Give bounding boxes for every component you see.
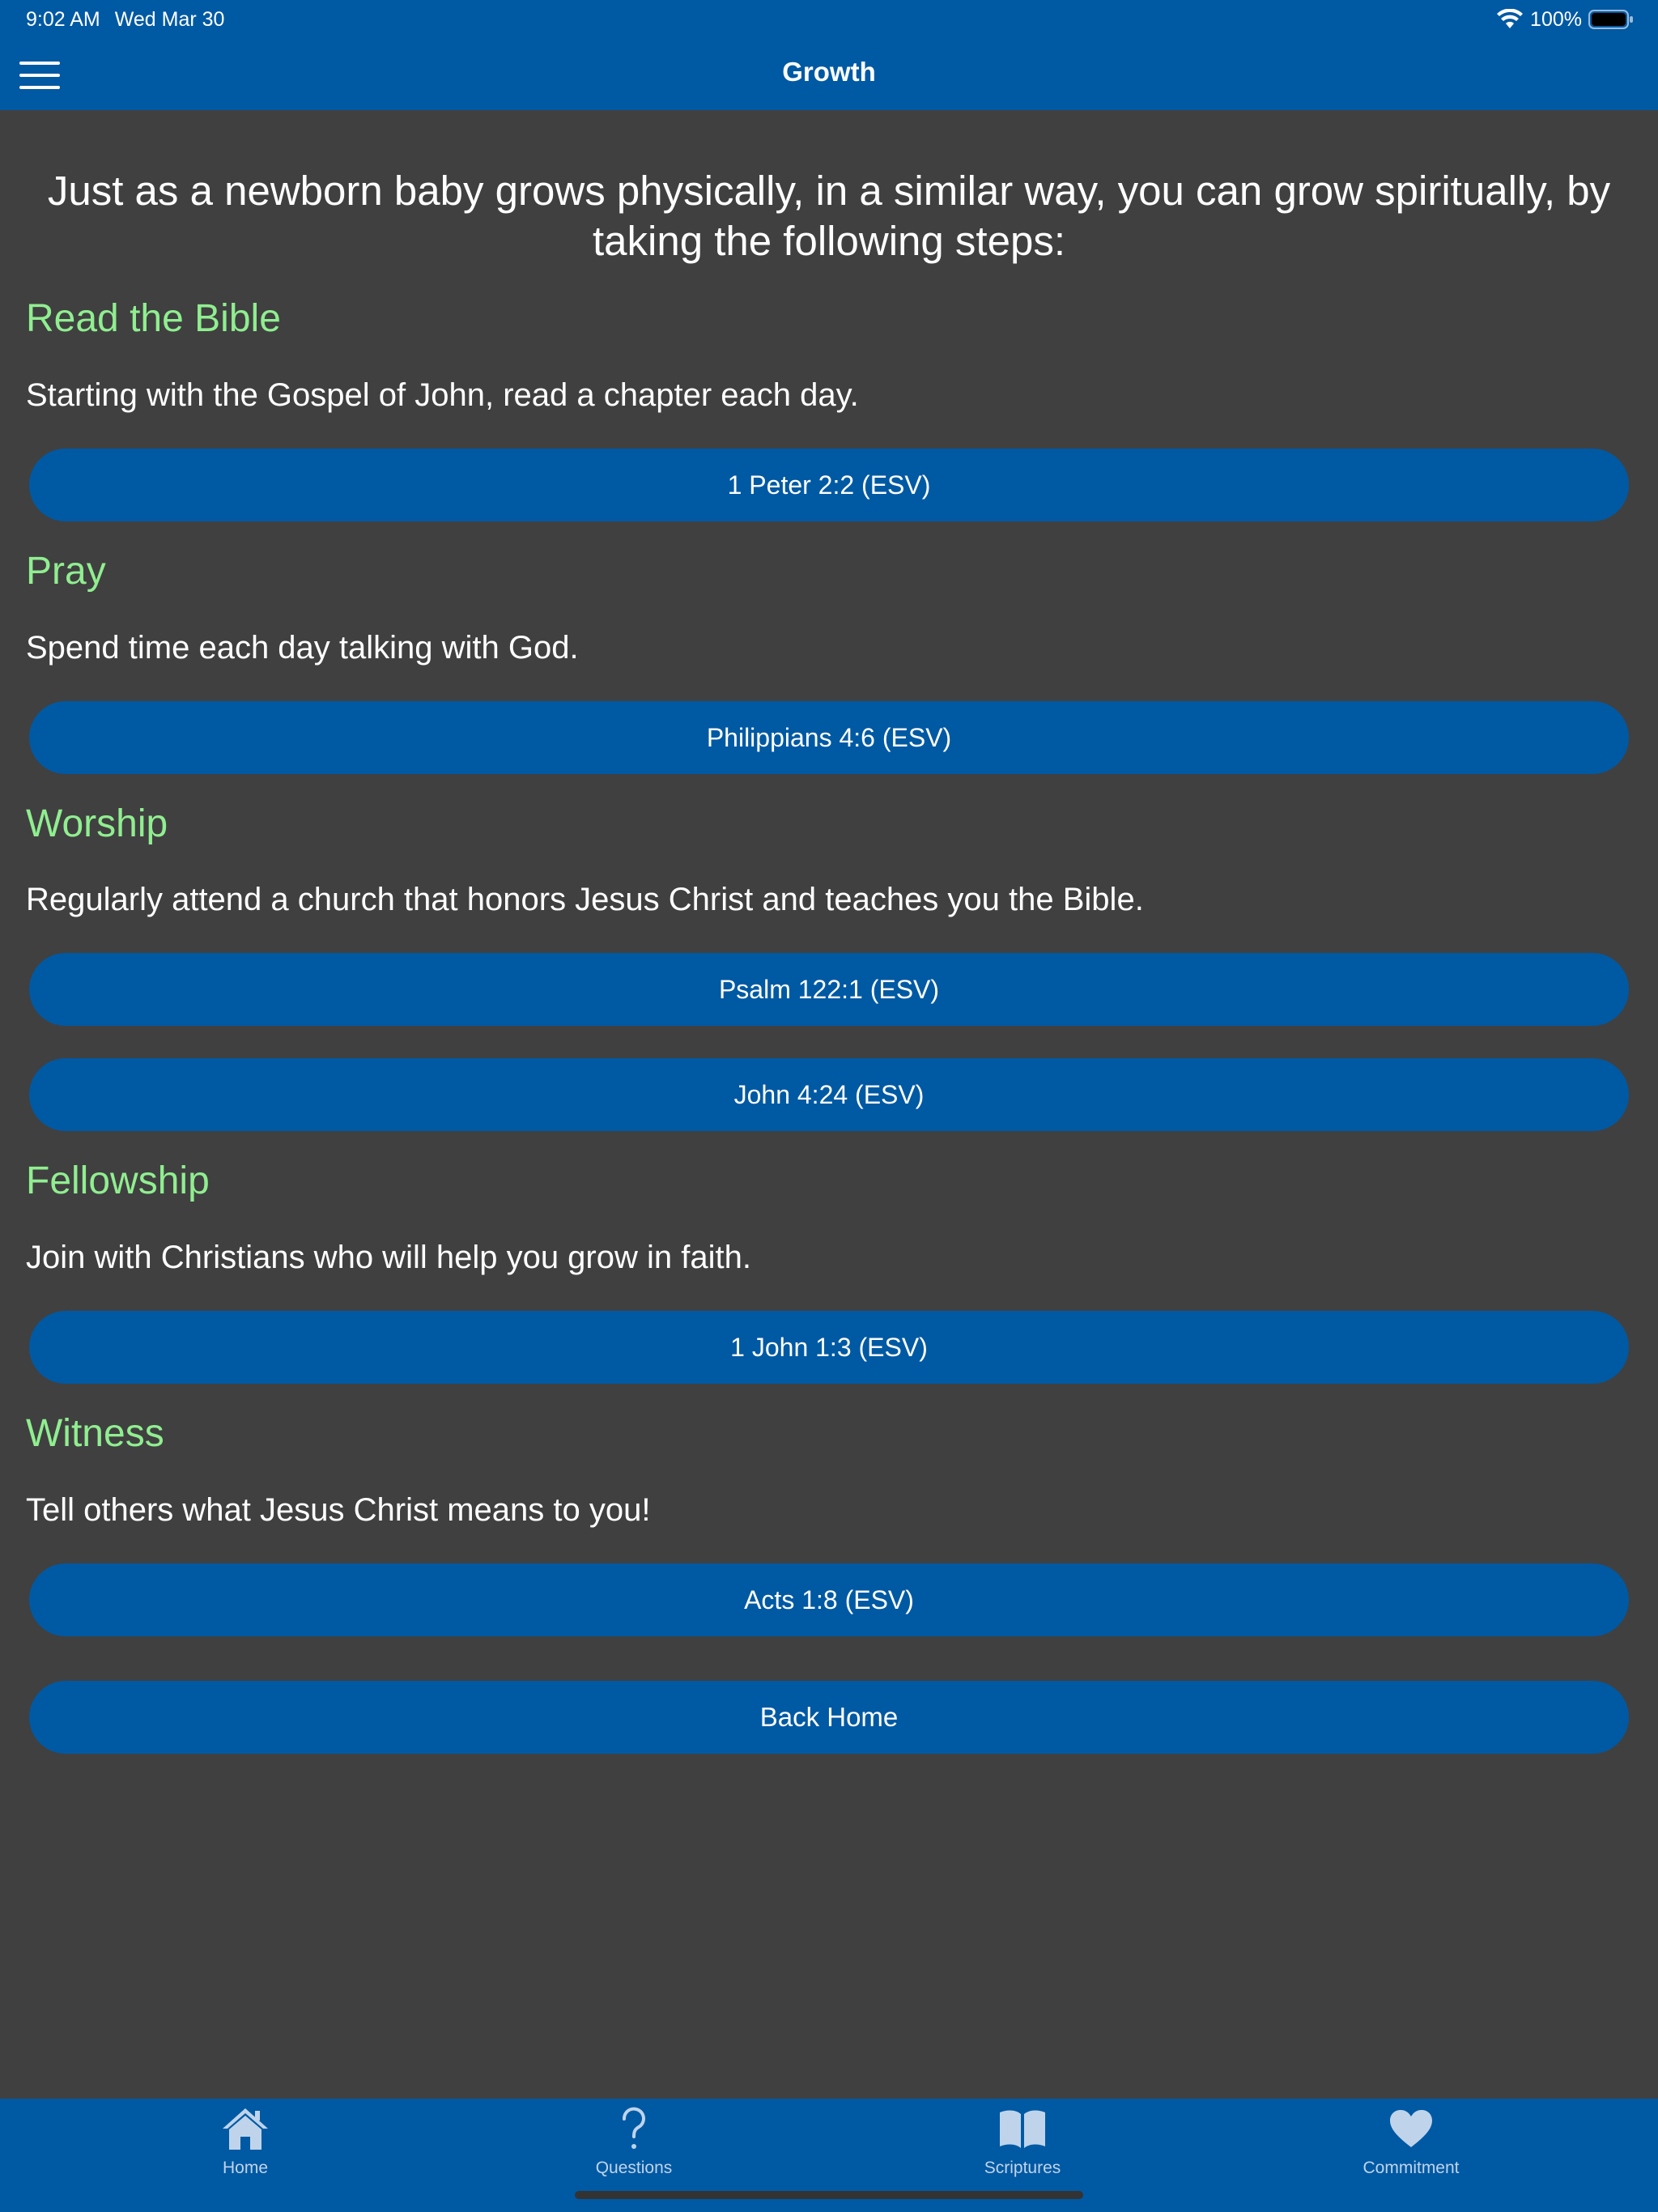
verse-button-acts-1-8[interactable]: Acts 1:8 (ESV) <box>29 1563 1629 1636</box>
page-title: Growth <box>782 57 876 87</box>
verse-button-john-4-24[interactable]: John 4:24 (ESV) <box>29 1058 1629 1131</box>
section-heading-fellowship: Fellowship <box>26 1159 210 1202</box>
section-heading-witness: Witness <box>26 1412 164 1455</box>
status-date: Wed Mar 30 <box>114 8 225 31</box>
section-heading-worship: Worship <box>26 802 168 845</box>
verse-button-1-john-1-3[interactable]: 1 John 1:3 (ESV) <box>29 1311 1629 1384</box>
battery-percent: 100% <box>1530 7 1582 31</box>
verse-button-psalm-122-1[interactable]: Psalm 122:1 (ESV) <box>29 953 1629 1026</box>
verse-button-1-peter-2-2[interactable]: 1 Peter 2:2 (ESV) <box>29 449 1629 521</box>
section-text-pray: Spend time each day talking with God. <box>26 630 579 666</box>
tab-home-label: Home <box>222 2159 269 2177</box>
verse-button-philippians-4-6[interactable]: Philippians 4:6 (ESV) <box>29 701 1629 774</box>
tab-questions-label: Questions <box>595 2159 673 2177</box>
question-mark-icon <box>610 2105 658 2152</box>
growth-screen: 9:02 AM Wed Mar 30 100% Growth Just as a … <box>0 0 1658 2212</box>
tab-scriptures[interactable]: Scriptures <box>925 2099 1120 2188</box>
battery-icon <box>1588 10 1633 29</box>
tab-commitment-label: Commitment <box>1363 2159 1460 2177</box>
status-time: 9:02 AM <box>26 8 100 31</box>
section-text-worship: Regularly attend a church that honors Je… <box>26 882 1144 917</box>
heart-icon <box>1387 2105 1435 2152</box>
status-time-date: 9:02 AM Wed Mar 30 <box>26 8 224 32</box>
section-heading-pray: Pray <box>26 550 106 593</box>
top-bar: 9:02 AM Wed Mar 30 100% Growth <box>0 0 1658 110</box>
section-text-witness: Tell others what Jesus Christ means to y… <box>26 1492 651 1528</box>
back-home-button[interactable]: Back Home <box>29 1681 1629 1754</box>
status-indicators: 100% <box>1496 6 1634 32</box>
section-heading-read-the-bible: Read the Bible <box>26 297 281 340</box>
section-text-fellowship: Join with Christians who will help you g… <box>26 1240 751 1275</box>
tab-commitment[interactable]: Commitment <box>1314 2099 1508 2188</box>
home-indicator[interactable] <box>575 2191 1083 2199</box>
section-text-read-the-bible: Starting with the Gospel of John, read a… <box>26 377 859 413</box>
tab-home[interactable]: Home <box>148 2099 342 2188</box>
wifi-icon <box>1497 9 1524 28</box>
intro-text: Just as a newborn baby grows physically,… <box>47 168 1611 264</box>
book-icon <box>998 2105 1047 2152</box>
house-icon <box>221 2105 270 2152</box>
tab-scriptures-label: Scriptures <box>984 2159 1061 2177</box>
tab-questions[interactable]: Questions <box>537 2099 731 2188</box>
